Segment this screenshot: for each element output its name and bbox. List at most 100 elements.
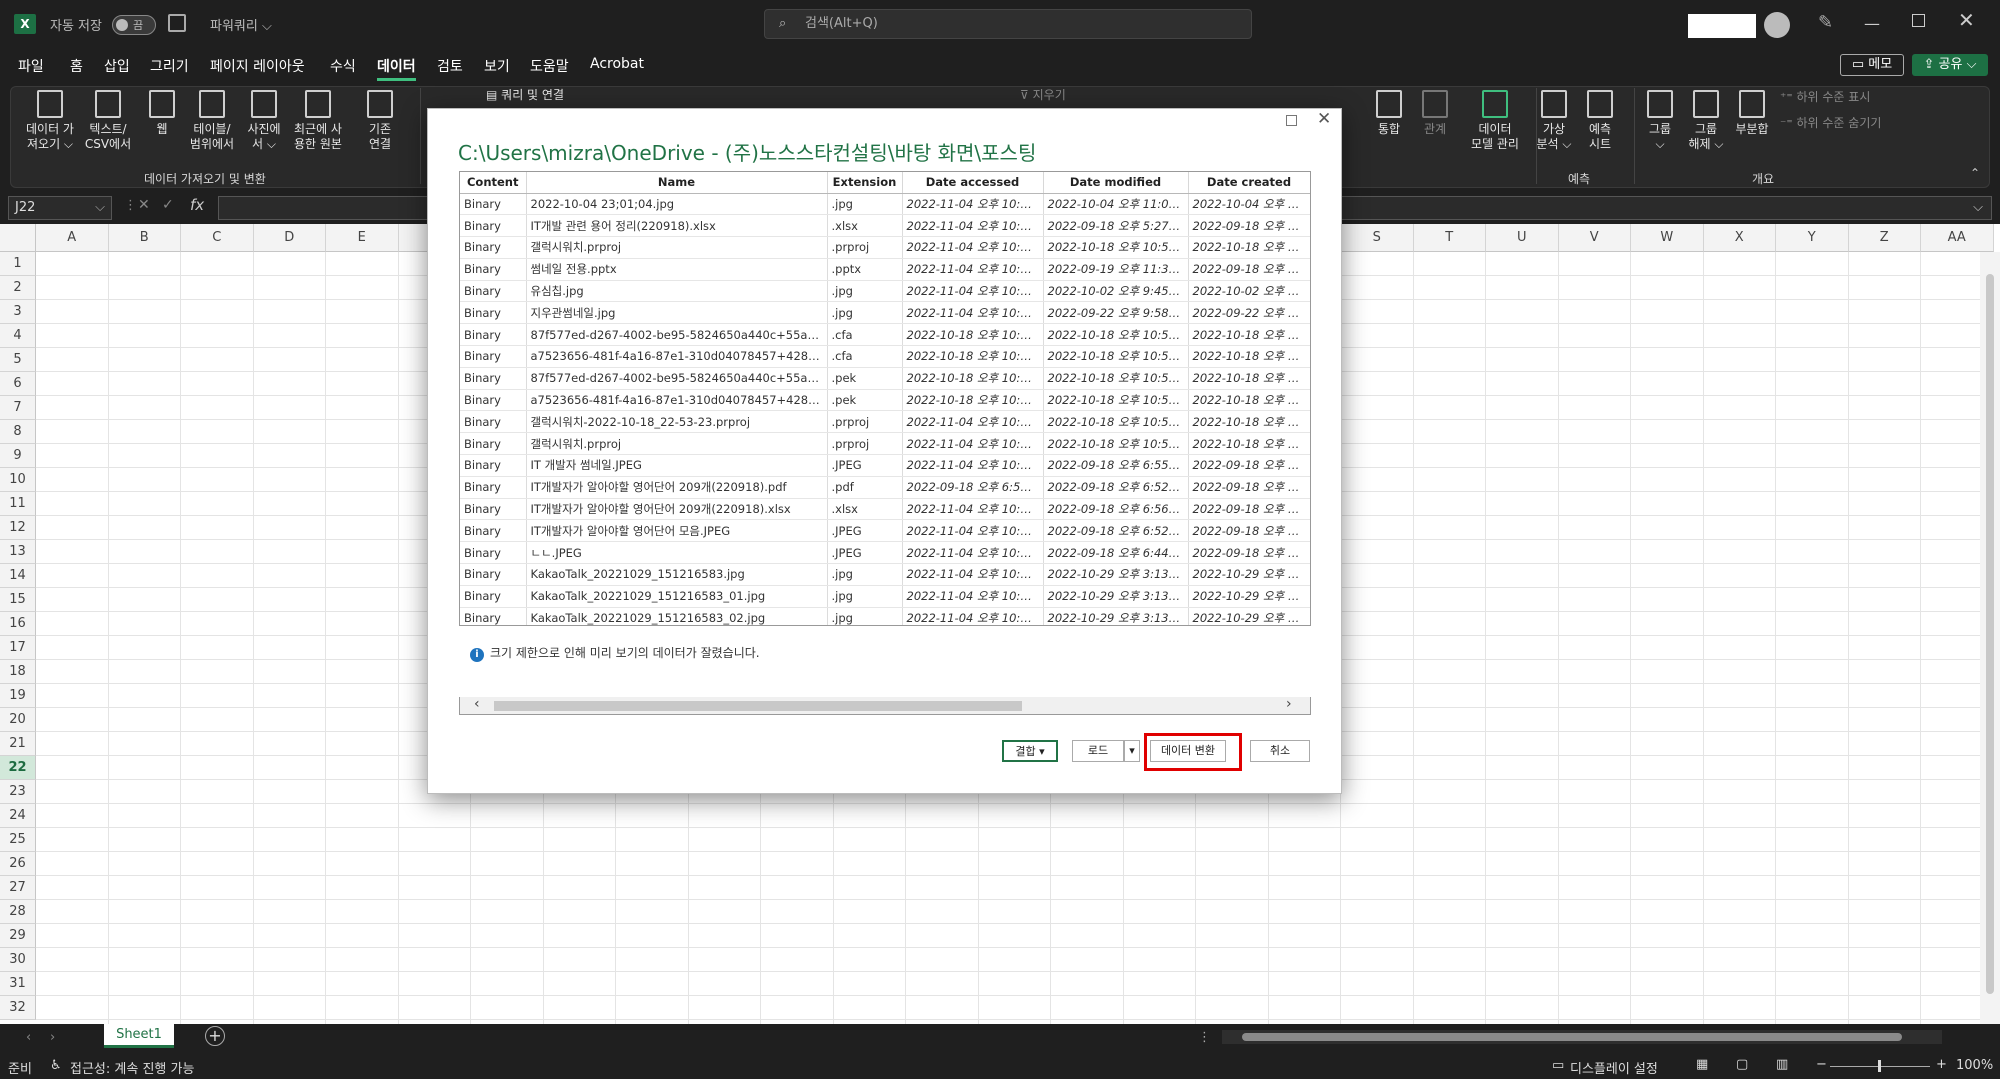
row-header[interactable]: 3 xyxy=(0,300,36,324)
queries-connections-button[interactable]: ▤ 쿼리 및 연결 xyxy=(486,88,586,103)
tab-review[interactable]: 검토 xyxy=(437,56,463,76)
row-header[interactable]: 6 xyxy=(0,372,36,396)
consolidate-button[interactable]: 통합 xyxy=(1366,90,1412,137)
column-header[interactable]: S xyxy=(1341,224,1414,252)
ungroup-button[interactable]: 그룹 해제 ⌵ xyxy=(1684,90,1728,152)
confirm-entry-icon[interactable]: ✓ xyxy=(162,197,174,213)
document-title[interactable]: 파워쿼리 ⌵ xyxy=(210,15,272,34)
row-header[interactable]: 17 xyxy=(0,636,36,660)
zoom-level[interactable]: 100% xyxy=(1956,1058,1993,1073)
show-detail-button[interactable]: ⁺⁼ 하위 수준 표시 xyxy=(1780,90,1900,105)
column-header[interactable]: C xyxy=(181,224,254,252)
row-header[interactable]: 32 xyxy=(0,996,36,1020)
existing-connections-button[interactable]: 기존 연결 xyxy=(356,90,404,152)
memo-button[interactable]: ▭ 메모 xyxy=(1840,54,1904,76)
minimize-icon[interactable]: — xyxy=(1864,14,1880,33)
row-header[interactable]: 24 xyxy=(0,804,36,828)
display-settings-button[interactable]: 디스플레이 설정 xyxy=(1570,1058,1658,1077)
column-header[interactable]: D xyxy=(253,224,326,252)
maximize-icon[interactable] xyxy=(1286,115,1297,126)
row-header[interactable]: 30 xyxy=(0,948,36,972)
get-data-button[interactable]: 데이터 가 져오기 ⌵ xyxy=(20,90,80,152)
what-if-button[interactable]: 가상 분석 ⌵ xyxy=(1536,90,1572,152)
row-header[interactable]: 15 xyxy=(0,588,36,612)
sheet-horizontal-scrollbar[interactable] xyxy=(1222,1030,1942,1044)
tab-help[interactable]: 도움말 xyxy=(530,56,569,76)
row-header[interactable]: 2 xyxy=(0,276,36,300)
row-header[interactable]: 10 xyxy=(0,468,36,492)
row-header[interactable]: 13 xyxy=(0,540,36,564)
save-icon[interactable] xyxy=(168,14,186,32)
data-model-button[interactable]: 데이터 모델 관리 xyxy=(1460,90,1530,152)
row-header[interactable]: 22 xyxy=(0,756,36,780)
column-header[interactable]: E xyxy=(326,224,399,252)
row-header[interactable]: 23 xyxy=(0,780,36,804)
function-icon[interactable]: fx xyxy=(190,196,204,214)
row-header[interactable]: 9 xyxy=(0,444,36,468)
row-header[interactable]: 8 xyxy=(0,420,36,444)
name-box[interactable]: J22 ⌵ xyxy=(8,196,112,220)
row-header[interactable]: 20 xyxy=(0,708,36,732)
prev-sheet-icon[interactable]: ‹ xyxy=(26,1030,31,1045)
pen-icon[interactable]: ✎ xyxy=(1818,12,1833,33)
row-header[interactable]: 18 xyxy=(0,660,36,684)
tab-formulas[interactable]: 수식 xyxy=(330,56,356,76)
tab-page-layout[interactable]: 페이지 레이아웃 xyxy=(210,56,305,76)
load-dropdown[interactable]: ▾ xyxy=(1124,740,1140,762)
recent-sources-button[interactable]: 최근에 사 용한 원본 xyxy=(288,90,348,152)
table-horizontal-scrollbar[interactable]: ‹ › xyxy=(459,696,1311,715)
column-header[interactable]: T xyxy=(1413,224,1486,252)
tab-acrobat[interactable]: Acrobat xyxy=(590,56,644,72)
tab-home[interactable]: 홈 xyxy=(70,56,83,76)
subtotal-button[interactable]: 부분합 xyxy=(1730,90,1774,137)
row-header[interactable]: 12 xyxy=(0,516,36,540)
row-header[interactable]: 29 xyxy=(0,924,36,948)
cancel-button[interactable]: 취소 xyxy=(1250,740,1310,762)
row-header[interactable]: 1 xyxy=(0,252,36,276)
vertical-scrollbar[interactable] xyxy=(1980,252,2000,1024)
column-header[interactable]: Y xyxy=(1776,224,1849,252)
page-layout-view-icon[interactable]: ▢ xyxy=(1736,1057,1748,1072)
sheet-tab-sheet1[interactable]: Sheet1 xyxy=(104,1024,174,1048)
add-sheet-icon[interactable]: + xyxy=(205,1026,225,1046)
search-input[interactable]: ⌕ 검색(Alt+Q) xyxy=(764,9,1252,39)
select-all-corner[interactable] xyxy=(0,224,36,252)
row-header[interactable]: 4 xyxy=(0,324,36,348)
normal-view-icon[interactable]: ▦ xyxy=(1696,1057,1708,1072)
share-button[interactable]: ⇪ 공유 ⌵ xyxy=(1912,54,1988,76)
row-header[interactable]: 25 xyxy=(0,828,36,852)
tab-file[interactable]: 파일 xyxy=(18,56,44,76)
row-header[interactable]: 21 xyxy=(0,732,36,756)
table-range-button[interactable]: 테이블/ 범위에서 xyxy=(184,90,240,152)
combine-button[interactable]: 결합 ▾ xyxy=(1002,740,1058,762)
column-header[interactable]: AA xyxy=(1921,224,1994,252)
row-header[interactable]: 16 xyxy=(0,612,36,636)
zoom-in-icon[interactable]: + xyxy=(1936,1057,1947,1072)
row-header[interactable]: 27 xyxy=(0,876,36,900)
column-header[interactable]: X xyxy=(1703,224,1776,252)
account-name-box[interactable] xyxy=(1688,14,1756,38)
column-header[interactable]: B xyxy=(108,224,181,252)
forecast-sheet-button[interactable]: 예측 시트 xyxy=(1580,90,1620,152)
scroll-right-icon[interactable]: › xyxy=(1286,696,1292,712)
scroll-left-icon[interactable]: ‹ xyxy=(474,696,480,712)
row-header[interactable]: 28 xyxy=(0,900,36,924)
avatar[interactable] xyxy=(1764,12,1790,38)
relationships-button[interactable]: 관계 xyxy=(1412,90,1458,137)
from-picture-button[interactable]: 사진에 서 ⌵ xyxy=(240,90,288,152)
load-button[interactable]: 로드 xyxy=(1072,740,1124,762)
column-header[interactable]: V xyxy=(1558,224,1631,252)
text-csv-button[interactable]: 텍스트/ CSV에서 xyxy=(80,90,136,152)
row-header[interactable]: 11 xyxy=(0,492,36,516)
tab-draw[interactable]: 그리기 xyxy=(150,56,189,76)
row-header[interactable]: 14 xyxy=(0,564,36,588)
column-header[interactable]: A xyxy=(36,224,109,252)
close-icon[interactable]: ✕ xyxy=(1317,109,1331,129)
column-header[interactable]: U xyxy=(1486,224,1559,252)
row-header[interactable]: 31 xyxy=(0,972,36,996)
web-button[interactable]: 웹 xyxy=(140,90,184,137)
column-header[interactable]: W xyxy=(1631,224,1704,252)
page-break-view-icon[interactable]: ▥ xyxy=(1776,1057,1788,1072)
scroll-thumb[interactable] xyxy=(494,701,1022,711)
row-header[interactable]: 19 xyxy=(0,684,36,708)
